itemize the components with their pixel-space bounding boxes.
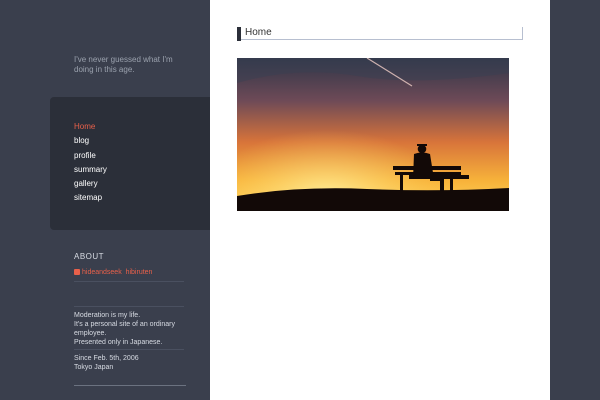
site-tagline: I've never guessed what I'm doing in thi… [74, 55, 173, 74]
nav-item-blog[interactable]: blog [74, 136, 89, 145]
title-marker [237, 27, 241, 41]
right-margin [550, 0, 600, 400]
main-content: Home [210, 0, 550, 400]
about-link-hibiruten[interactable]: hibiruten [126, 269, 153, 276]
page-title-bar: Home [237, 27, 523, 41]
divider [74, 281, 184, 282]
about-since: Since Feb. 5th, 2006 Tokyo Japan [74, 355, 139, 371]
nav-item-sitemap[interactable]: sitemap [74, 193, 102, 202]
about-description: Moderation is my life. It's a personal s… [74, 312, 175, 346]
main-navigation: Home blog profile summary gallery sitema… [50, 97, 210, 230]
blog-icon [74, 269, 80, 276]
nav-item-home[interactable]: Home [74, 122, 95, 131]
sidebar: I've never guessed what I'm doing in thi… [0, 0, 210, 400]
divider [74, 349, 184, 350]
about-links: hideandseek hibiruten [74, 269, 152, 276]
nav-item-summary[interactable]: summary [74, 165, 107, 174]
about-link-hideandseek[interactable]: hideandseek [82, 269, 122, 276]
about-heading: ABOUT [74, 252, 105, 261]
nav-item-gallery[interactable]: gallery [74, 179, 98, 188]
nav-item-profile[interactable]: profile [74, 151, 96, 160]
page-title: Home [245, 27, 272, 38]
sunset-bench-photo [237, 58, 509, 211]
divider [74, 385, 186, 386]
divider [74, 306, 184, 307]
